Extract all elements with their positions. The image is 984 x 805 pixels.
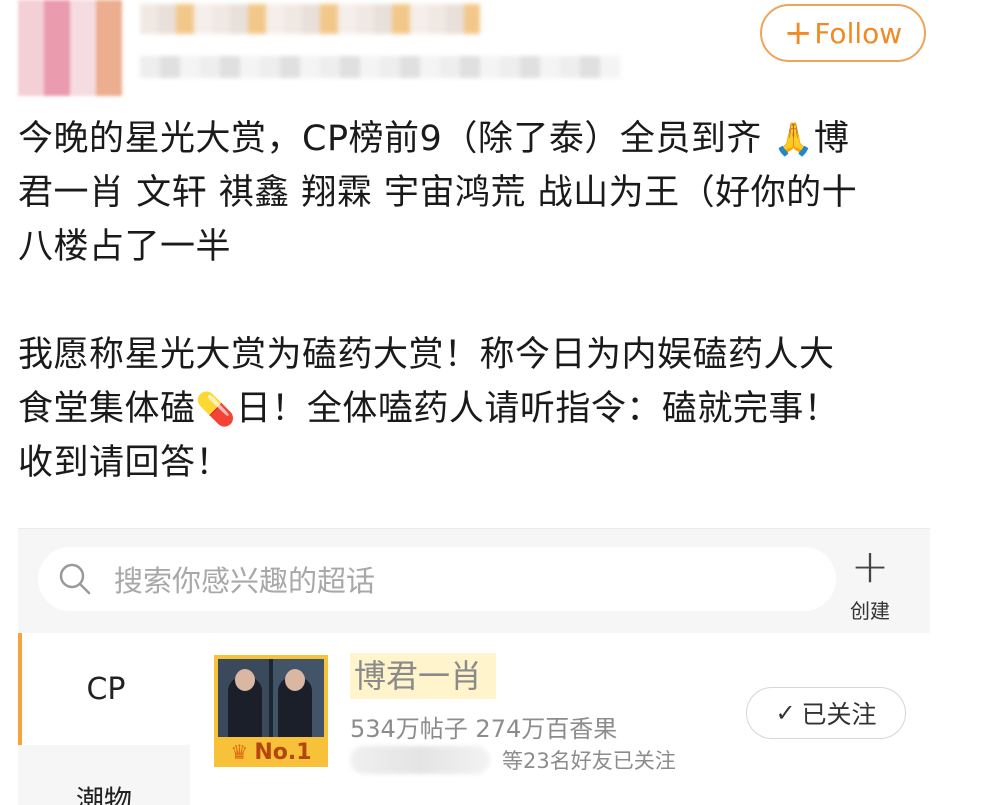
supertopic-thumbnail[interactable]: ♛ No.1 <box>214 655 328 767</box>
avatar[interactable] <box>18 0 122 96</box>
supertopic-stats: 534万帖子 274万百香果 <box>350 715 618 743</box>
plus-icon: + <box>850 539 890 593</box>
category-cp[interactable]: CP <box>18 633 190 745</box>
praying-hands-icon: 🙏 <box>773 120 814 158</box>
follow-button[interactable]: + Follow <box>760 4 926 62</box>
plus-icon: + <box>783 13 813 53</box>
create-button[interactable]: + 创建 <box>838 543 902 623</box>
friend-avatars-blurred <box>350 746 490 774</box>
post-line: 今晚的星光大赏，CP榜前9（除了泰）全员到齐 🙏博 <box>18 119 850 159</box>
follow-label: Follow <box>814 16 903 50</box>
post-line: 收到请回答！ <box>18 443 232 483</box>
post-meta-blurred <box>140 56 620 78</box>
supertopic-card: 搜索你感兴趣的超话 + 创建 CP 潮物 ♛ No.1 博君一肖 534万帖子 … <box>18 528 930 805</box>
search-placeholder: 搜索你感兴趣的超话 <box>114 564 376 598</box>
search-bar[interactable]: 搜索你感兴趣的超话 <box>38 547 836 611</box>
supertopic-title[interactable]: 博君一肖 <box>350 653 497 699</box>
post-line: 我愿称星光大赏为磕药大赏！称今日为内娱磕药人大 <box>18 335 835 375</box>
post-line: 食堂集体磕💊日！全体嗑药人请听指令：磕就完事！ <box>18 389 840 429</box>
search-icon <box>59 563 91 595</box>
category-sidebar: CP 潮物 <box>18 633 190 805</box>
pill-icon: 💊 <box>195 390 236 428</box>
category-trend[interactable]: 潮物 <box>18 745 190 805</box>
followed-button[interactable]: ✓ 已关注 <box>746 687 906 739</box>
friends-followed: 等23名好友已关注 <box>350 745 676 775</box>
crown-icon: ♛ <box>230 740 249 764</box>
post-body: 今晚的星光大赏，CP榜前9（除了泰）全员到齐 🙏博 君一肖 文轩 祺鑫 翔霖 宇… <box>18 112 948 490</box>
supertopic-list: ♛ No.1 博君一肖 534万帖子 274万百香果 等23名好友已关注 ✓ 已… <box>190 633 930 805</box>
post-line: 君一肖 文轩 祺鑫 翔霖 宇宙鸿荒 战山为王（好你的十 <box>18 173 858 213</box>
post-line: 八楼占了一半 <box>18 227 232 267</box>
rank-badge: ♛ No.1 <box>230 739 312 765</box>
cover-image <box>218 659 324 737</box>
create-label: 创建 <box>850 599 890 623</box>
check-icon: ✓ <box>775 699 796 727</box>
username-blurred[interactable] <box>140 4 480 34</box>
